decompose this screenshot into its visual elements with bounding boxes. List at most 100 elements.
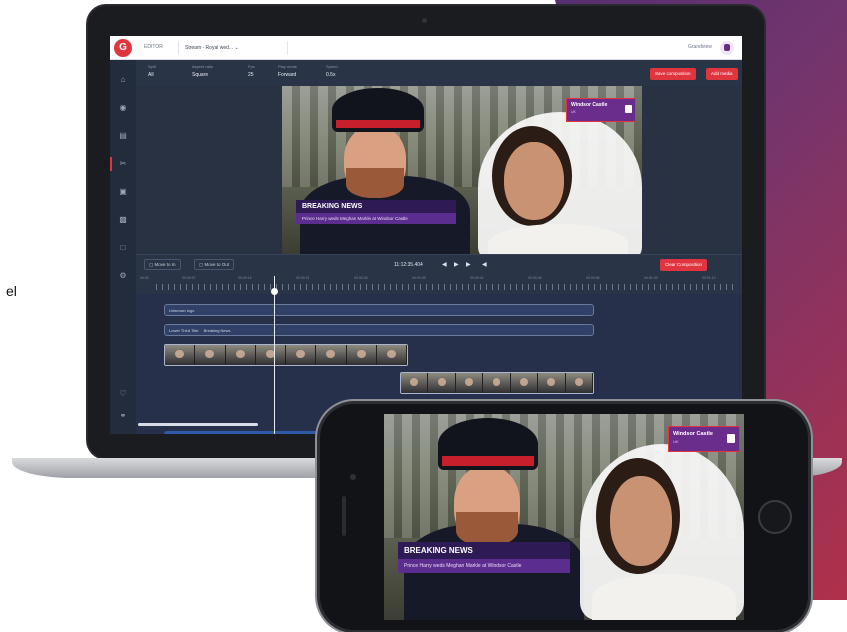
video-preview[interactable]: BREAKING NEWS Prince Harry weds Meghan M… <box>282 86 642 254</box>
save-composition-button[interactable]: Save composition <box>650 68 696 80</box>
phone: BREAKING NEWS Prince Harry weds Meghan M… <box>320 404 808 630</box>
laptop-screen: G EDITOR Stream - Royal wed... ⌄ Grandvi… <box>110 36 742 434</box>
video-clip-thumb <box>165 345 196 365</box>
volume-icon[interactable]: ◀ <box>482 261 487 268</box>
phone-home-button <box>758 500 792 534</box>
stream-icon[interactable]: ◉ <box>118 104 128 112</box>
location-badge-subtitle: UK <box>571 110 576 114</box>
photo-dress <box>592 574 736 620</box>
video-clip-strip-1[interactable] <box>164 344 408 366</box>
lower-third[interactable]: BREAKING NEWS Prince Harry weds Meghan M… <box>296 200 456 224</box>
laptop-camera <box>422 18 427 23</box>
lower-third-track-label: Lower Third Title <box>169 328 199 333</box>
laptop: G EDITOR Stream - Royal wed... ⌄ Grandvi… <box>88 6 764 458</box>
video-clip-strip-2[interactable] <box>400 372 594 394</box>
video-clip-thumb <box>195 345 226 365</box>
sidebar-active-indicator <box>110 157 112 171</box>
timecode: 11:12:35.404 <box>394 262 423 268</box>
ruler-label: 00:00:28 <box>354 276 368 280</box>
clear-composition-button[interactable]: Clear Composition <box>660 259 708 271</box>
app-logo[interactable]: G <box>114 39 132 57</box>
video-clip-thumb <box>455 373 484 393</box>
scissors-icon[interactable]: ✂ <box>118 160 128 168</box>
move-in-icon: ▢ <box>149 262 154 267</box>
speed-value: 0.5x <box>326 72 336 78</box>
play-icon[interactable]: ▶ <box>454 261 459 268</box>
settings-icon[interactable]: ⚙ <box>118 272 128 280</box>
chevron-down-icon: ⌄ <box>234 45 239 51</box>
forward-icon[interactable]: ▶ <box>466 261 471 268</box>
user-avatar[interactable] <box>720 41 734 55</box>
move-to-out-button[interactable]: ▢ Move to Out <box>194 259 235 270</box>
ruler-label: 00:01:10 <box>702 276 716 280</box>
play-mode-control[interactable]: Play mode Forward <box>278 64 297 78</box>
location-badge[interactable]: Windsor Castle UK <box>566 98 636 122</box>
video-clip-thumb <box>346 345 377 365</box>
ruler-label: 00:00:07 <box>182 276 196 280</box>
phone-lower-third: BREAKING NEWS Prince Harry weds Meghan M… <box>398 542 570 573</box>
logo-track-item[interactable]: Unknown logo <box>164 304 594 316</box>
video-clip-thumb <box>286 345 317 365</box>
ruler-label: 00:00:42 <box>470 276 484 280</box>
video-clip-thumb <box>428 373 456 393</box>
phone-location-badge: Windsor Castle UK <box>668 426 740 452</box>
media-icon[interactable]: ▤ <box>118 132 128 140</box>
video-clip-thumb <box>255 345 286 365</box>
video-clip-thumb <box>401 373 429 393</box>
playhead-handle[interactable] <box>271 288 278 295</box>
video-clip-thumb <box>316 345 347 365</box>
photo-groom-beard <box>456 512 518 546</box>
play-mode-label: Play mode <box>278 64 297 69</box>
location-badge-title: Windsor Castle <box>571 102 608 108</box>
aspect-ratio-control[interactable]: Aspect ratio Square <box>192 64 213 78</box>
photo-bride-face <box>504 142 564 220</box>
section-label: EDITOR <box>144 44 163 50</box>
ruler-label: 00:00:56 <box>586 276 600 280</box>
phone-location-badge-subtitle: UK <box>673 439 679 444</box>
move-out-icon: ▢ <box>199 262 204 267</box>
add-media-button[interactable]: Add media <box>706 68 738 80</box>
move-to-out-label: Move to Out <box>204 262 230 267</box>
ruler-label: 00:00:35 <box>412 276 426 280</box>
video-clip-thumb <box>225 345 256 365</box>
rewind-icon[interactable]: ◀ <box>442 261 447 268</box>
split-control[interactable]: Split All <box>148 64 156 78</box>
play-mode-value: Forward <box>278 72 297 78</box>
speed-control[interactable]: Speed 0.5x <box>326 64 338 78</box>
move-to-in-button[interactable]: ▢ Move to In <box>144 259 181 270</box>
split-value: All <box>148 72 154 78</box>
photo-groom-beard <box>346 168 404 198</box>
home-icon[interactable]: ⌂ <box>118 76 128 84</box>
speed-label: Speed <box>326 64 338 69</box>
lower-third-track-item[interactable]: Lower Third Title Breaking News <box>164 324 594 336</box>
timeline-ruler[interactable]: 00:00 00:00:07 00:00:14 00:00:21 00:00:2… <box>136 274 742 294</box>
timeline-horizontal-scrollbar[interactable] <box>138 423 258 426</box>
stream-selector[interactable]: Stream - Royal wed... ⌄ <box>178 41 288 55</box>
app-sidebar: ⌂ ◉ ▤ ✂ ▣ ▩ □ ⚙ ♡ ⚭ <box>110 60 136 434</box>
lower-third-title: BREAKING NEWS <box>296 200 456 213</box>
video-clip-thumb <box>376 345 407 365</box>
headset-icon[interactable]: ⚭ <box>118 412 128 420</box>
edge-text: el <box>6 283 17 299</box>
heart-icon[interactable]: ♡ <box>118 390 128 398</box>
layers-icon[interactable]: ▩ <box>118 216 128 224</box>
video-clip-thumb <box>538 373 566 393</box>
photo-bride-face <box>610 476 672 566</box>
aspect-ratio-value: Square <box>192 72 209 78</box>
folder-icon[interactable]: ▣ <box>118 188 128 196</box>
transport-bar: ▢ Move to In ▢ Move to Out 11:12:35.404 … <box>136 254 742 274</box>
ruler-label: 00:00:14 <box>238 276 252 280</box>
split-label: Split <box>148 64 156 69</box>
photo-cap-band <box>442 456 534 466</box>
phone-video: BREAKING NEWS Prince Harry weds Meghan M… <box>384 414 744 620</box>
photo-cap-band <box>336 120 420 128</box>
location-badge-logo-icon <box>625 105 632 113</box>
graphics-icon[interactable]: □ <box>118 244 128 252</box>
fps-control[interactable]: Fps 25 <box>248 64 255 78</box>
editor-controls: Split All Aspect ratio Square Fps 25 Pla… <box>136 60 742 86</box>
phone-camera <box>350 474 356 480</box>
phone-location-badge-title: Windsor Castle <box>673 431 713 437</box>
phone-lower-third-title: BREAKING NEWS <box>398 542 570 559</box>
ruler-label: 00:00:21 <box>296 276 310 280</box>
ruler-label: 00:00 <box>140 276 149 280</box>
